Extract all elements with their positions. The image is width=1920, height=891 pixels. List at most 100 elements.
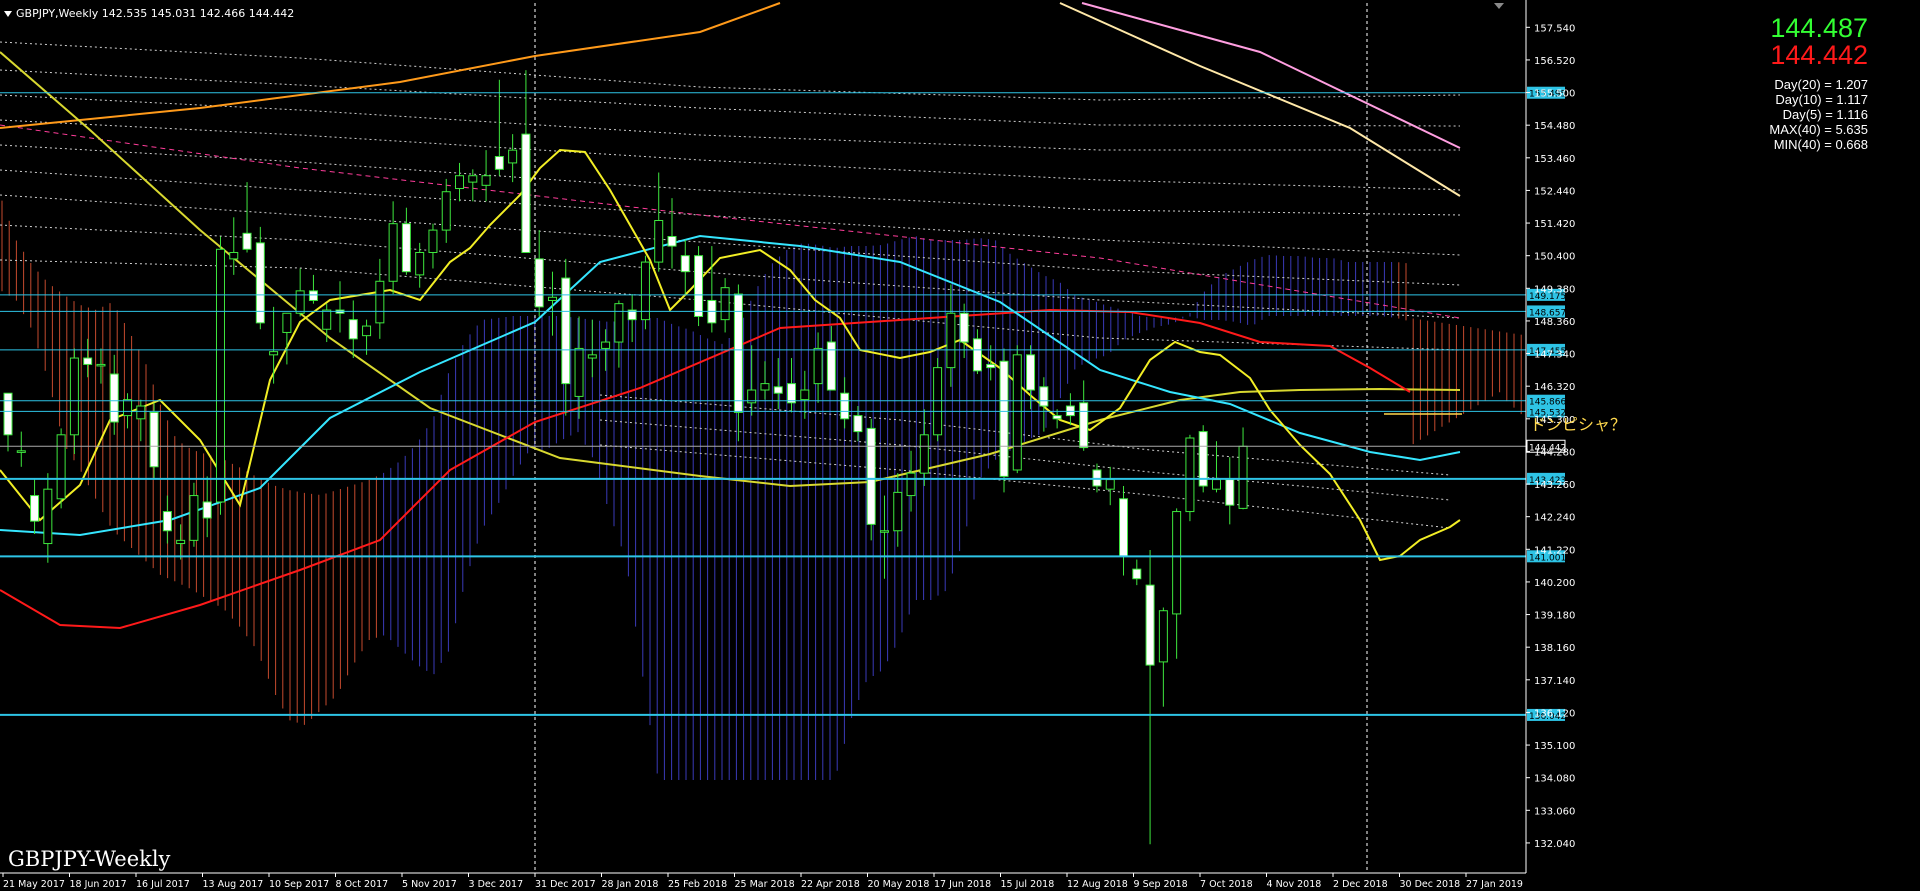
candle-bear[interactable] — [826, 341, 836, 391]
candle-bull[interactable] — [481, 175, 491, 186]
envelope-line — [0, 41, 1461, 101]
candle-bull[interactable] — [614, 303, 624, 343]
candle-bear[interactable] — [853, 415, 863, 433]
candle-bull[interactable] — [136, 405, 146, 420]
candle-bull[interactable] — [601, 341, 611, 349]
candle-bull[interactable] — [56, 434, 66, 500]
candle-bull[interactable] — [587, 354, 597, 359]
candle-bull[interactable] — [375, 280, 385, 324]
candle-bull[interactable] — [919, 434, 929, 474]
candle-bear[interactable] — [348, 319, 358, 340]
chart-header: GBPJPY,Weekly 142.535 145.031 142.466 14… — [4, 7, 294, 20]
candle-bull[interactable] — [800, 389, 810, 401]
candle-bull[interactable] — [879, 530, 889, 533]
candle-bear[interactable] — [1052, 415, 1062, 420]
candle-bear[interactable] — [30, 495, 40, 522]
candle-bull[interactable] — [574, 347, 584, 397]
candle-bear[interactable] — [521, 133, 531, 253]
candle-bull[interactable] — [906, 472, 916, 497]
candle-bull[interactable] — [428, 229, 438, 253]
candle-bear[interactable] — [1198, 431, 1208, 487]
candle-bear[interactable] — [972, 338, 982, 372]
candle-bear[interactable] — [866, 427, 876, 525]
candle-bear[interactable] — [959, 312, 969, 343]
candle-bear[interactable] — [83, 357, 93, 365]
candle-bull[interactable] — [1158, 610, 1168, 663]
candle-bull[interactable] — [893, 491, 903, 532]
candle-bull[interactable] — [415, 251, 425, 276]
candle-bear[interactable] — [787, 383, 797, 404]
chevron-down-icon[interactable] — [4, 11, 12, 17]
y-tick-label: 136.120 — [1534, 708, 1575, 719]
candle-bull[interactable] — [269, 351, 279, 356]
candle-bull[interactable] — [123, 399, 133, 417]
candle-bear[interactable] — [1145, 584, 1155, 666]
candle-bear[interactable] — [1119, 498, 1129, 557]
price-chart[interactable]: 155.495149.175148.657147.455145.866145.5… — [0, 0, 1920, 891]
candle-bull[interactable] — [760, 383, 770, 391]
candle-bull[interactable] — [720, 287, 730, 321]
candle-bear[interactable] — [149, 411, 159, 468]
candle-bear[interactable] — [680, 255, 690, 273]
candle-bear[interactable] — [667, 235, 677, 247]
candle-bull[interactable] — [189, 495, 199, 541]
candle-bear[interactable] — [1079, 402, 1089, 449]
candle-bear[interactable] — [202, 501, 212, 519]
candle-bear[interactable] — [255, 242, 265, 324]
candle-bull[interactable] — [813, 347, 823, 385]
candle-bull[interactable] — [1105, 479, 1115, 490]
stat-day10: Day(10) = 1.117 — [1775, 92, 1868, 107]
candle-bear[interactable] — [1039, 386, 1049, 407]
scroll-marker-icon[interactable] — [1494, 3, 1504, 9]
candle-bull[interactable] — [1185, 437, 1195, 513]
candle-bear[interactable] — [308, 290, 318, 301]
candle-bear[interactable] — [561, 277, 571, 385]
candle-bull[interactable] — [322, 309, 332, 330]
candle-bear[interactable] — [534, 258, 544, 308]
candle-bull[interactable] — [455, 175, 465, 190]
candle-bull[interactable] — [654, 220, 664, 263]
envelope-line — [599, 419, 1451, 501]
candle-bear[interactable] — [1065, 405, 1075, 417]
candle-bear[interactable] — [109, 373, 119, 423]
candle-bull[interactable] — [468, 175, 478, 183]
candle-bear[interactable] — [1225, 479, 1235, 506]
candle-bull[interactable] — [282, 312, 292, 333]
candle-bull[interactable] — [1172, 511, 1182, 615]
candle-bear[interactable] — [401, 223, 411, 273]
candle-bull[interactable] — [215, 248, 225, 503]
candle-bull[interactable] — [388, 223, 398, 282]
candle-bear[interactable] — [162, 511, 172, 532]
candle-bear[interactable] — [3, 392, 13, 436]
candle-bull[interactable] — [933, 367, 943, 436]
candle-bull[interactable] — [176, 539, 186, 545]
candle-bull[interactable] — [508, 149, 518, 164]
candle-bull[interactable] — [946, 312, 956, 369]
y-tick-label: 140.200 — [1534, 578, 1575, 589]
candle-bull[interactable] — [229, 251, 239, 260]
y-tick-label: 143.260 — [1534, 480, 1575, 491]
candle-bull[interactable] — [441, 191, 451, 231]
candle-bear[interactable] — [494, 156, 504, 170]
candle-bear[interactable] — [242, 232, 252, 250]
candle-bear[interactable] — [986, 363, 996, 369]
candle-bull[interactable] — [295, 290, 305, 314]
candle-bear[interactable] — [840, 392, 850, 420]
candle-bull[interactable] — [16, 450, 26, 453]
candle-bear[interactable] — [999, 360, 1009, 477]
candle-bull[interactable] — [1012, 354, 1022, 471]
candle-bull[interactable] — [43, 488, 53, 545]
candle-bear[interactable] — [694, 255, 704, 317]
candle-bull[interactable] — [96, 363, 106, 367]
bid-price: 144.442 — [1770, 40, 1868, 70]
candle-bear[interactable] — [773, 386, 783, 394]
candle-bull[interactable] — [1238, 445, 1248, 509]
envelope-line — [0, 169, 1461, 256]
candle-bear[interactable] — [1132, 568, 1142, 580]
candle-bear[interactable] — [1026, 354, 1036, 391]
x-tick-label: 10 Sep 2017 — [269, 879, 329, 890]
candle-bull[interactable] — [362, 325, 372, 337]
candle-bull[interactable] — [547, 296, 557, 301]
candle-bull[interactable] — [1211, 479, 1221, 490]
candle-bull[interactable] — [69, 357, 79, 436]
